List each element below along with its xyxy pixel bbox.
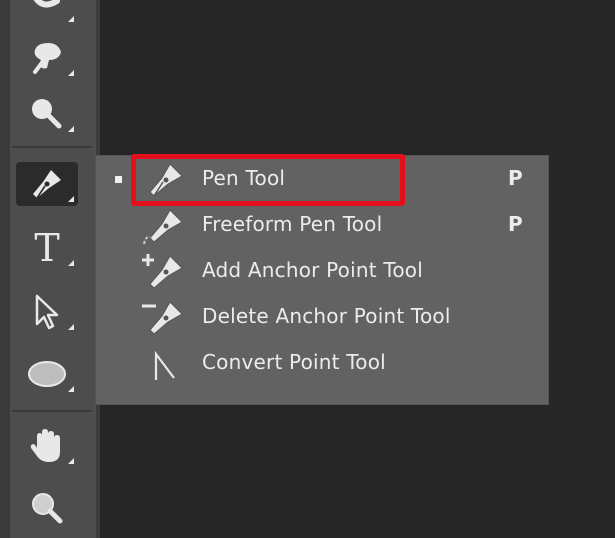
toolbar-rail — [0, 0, 10, 538]
add-anchor-point-icon — [140, 250, 190, 299]
menu-item-label: Delete Anchor Point Tool — [202, 304, 451, 328]
flyout-indicator — [68, 260, 74, 266]
spot-healing-brush-tool[interactable] — [16, 0, 78, 26]
convert-point-icon — [140, 342, 190, 391]
type-tool[interactable]: T — [16, 226, 78, 270]
hand-icon — [27, 426, 67, 466]
zoom-tool[interactable] — [16, 486, 78, 530]
flyout-indicator — [68, 324, 74, 330]
flyout-indicator — [68, 386, 74, 392]
selected-indicator — [115, 176, 122, 183]
flyout-indicator — [68, 458, 74, 464]
ellipse-tool[interactable] — [16, 352, 78, 396]
pen-tool[interactable] — [16, 162, 78, 206]
menu-item-freeform-pen-tool[interactable]: Freeform Pen Tool P — [96, 202, 548, 248]
menu-item-label: Freeform Pen Tool — [202, 212, 383, 236]
dodge-icon — [27, 94, 67, 134]
menu-item-pen-tool[interactable]: Pen Tool P — [96, 156, 548, 202]
menu-item-convert-point-tool[interactable]: Convert Point Tool — [96, 340, 548, 386]
freeform-pen-icon — [140, 204, 190, 253]
ellipse-icon — [25, 357, 69, 391]
dodge-tool[interactable] — [16, 92, 78, 136]
flyout-indicator — [68, 70, 74, 76]
toolbar-separator — [12, 146, 92, 148]
menu-item-label: Add Anchor Point Tool — [202, 258, 423, 282]
flyout-indicator — [68, 16, 74, 22]
pen-icon — [27, 164, 67, 204]
shortcut-key: P — [508, 212, 523, 236]
flyout-indicator — [68, 196, 74, 202]
path-selection-icon — [27, 292, 67, 332]
pen-tool-flyout-menu: Pen Tool P Freeform Pen Tool P Add Ancho… — [96, 156, 548, 404]
shortcut-key: P — [508, 166, 523, 190]
zoom-icon — [27, 488, 67, 528]
toolbar-separator — [12, 410, 92, 412]
menu-item-delete-anchor-point-tool[interactable]: Delete Anchor Point Tool — [96, 294, 548, 340]
delete-anchor-point-icon — [140, 296, 190, 345]
menu-item-add-anchor-point-tool[interactable]: Add Anchor Point Tool — [96, 248, 548, 294]
menu-item-label: Pen Tool — [202, 166, 286, 190]
hand-tool[interactable] — [16, 424, 78, 468]
type-icon: T — [34, 226, 60, 270]
history-brush-tool[interactable] — [16, 36, 78, 80]
tools-panel: T — [0, 0, 96, 538]
menu-item-label: Convert Point Tool — [202, 350, 386, 374]
spot-healing-brush-icon — [27, 0, 67, 19]
history-brush-icon — [27, 38, 67, 78]
flyout-indicator — [68, 126, 74, 132]
path-selection-tool[interactable] — [16, 290, 78, 334]
pen-icon — [140, 158, 190, 207]
